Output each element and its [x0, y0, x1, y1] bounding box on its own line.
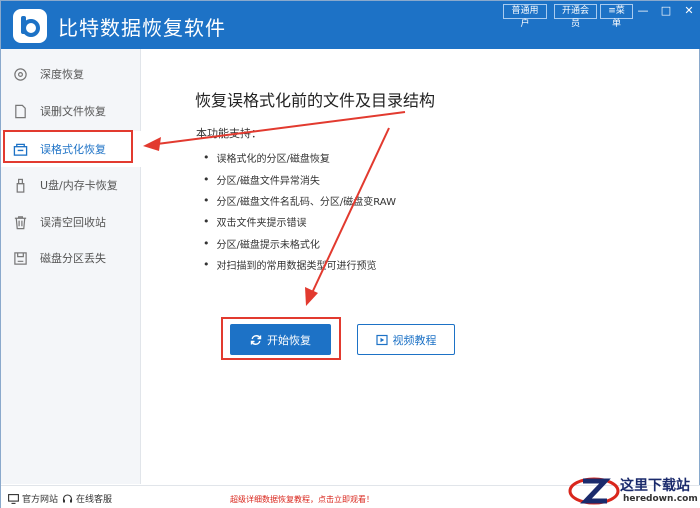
feature-list: 误格式化的分区/磁盘恢复 分区/磁盘文件异常消失 分区/磁盘文件名乱码、分区/磁…	[203, 147, 396, 275]
list-item: 分区/磁盘提示未格式化	[203, 233, 396, 254]
user-type-button[interactable]: 普通用户	[503, 4, 547, 29]
file-icon	[15, 104, 26, 118]
video-tutorial-button[interactable]: 视频教程	[357, 324, 455, 355]
list-item: 双击文件夹提示错误	[203, 211, 396, 232]
list-item: 分区/磁盘文件异常消失	[203, 168, 396, 189]
start-recovery-button[interactable]: 开始恢复	[230, 324, 331, 355]
monitor-icon	[8, 493, 19, 504]
list-item: 误格式化的分区/磁盘恢复	[203, 147, 396, 168]
sidebar-item-recycle-bin[interactable]: 误清空回收站	[1, 204, 141, 240]
menu-icon: ≡	[608, 6, 616, 16]
headset-icon	[62, 493, 73, 502]
tutorial-promo-link[interactable]: 超级详细数据恢复教程，点击立即观看！	[230, 494, 374, 505]
maximize-button[interactable]: □	[657, 3, 675, 19]
start-recovery-label: 开始恢复	[267, 333, 311, 347]
watermark-text: 这里下载站	[620, 478, 690, 494]
minimize-button[interactable]: —	[634, 3, 652, 19]
watermark-url: heredown.com	[623, 494, 698, 504]
list-item: 对扫描到的常用数据类型可进行预览	[203, 254, 396, 275]
refresh-icon	[250, 334, 262, 345]
app-window: 比特数据恢复软件 普通用户 开通会员 ≡菜单 — □ ✕ 深度恢复 误删文件恢复…	[0, 0, 700, 508]
disk-icon	[14, 251, 27, 265]
highlight-box-sidebar	[3, 130, 133, 163]
vip-button[interactable]: 开通会员	[554, 4, 597, 29]
official-website-label: 官方网站	[22, 495, 59, 505]
list-item: 分区/磁盘文件名乱码、分区/磁盘变RAW	[203, 190, 396, 211]
usb-icon	[16, 178, 25, 193]
sidebar-item-label: 磁盘分区丢失	[40, 252, 106, 265]
video-tutorial-label: 视频教程	[392, 333, 437, 347]
sidebar-item-label: U盘/内存卡恢复	[40, 179, 118, 192]
sidebar-item-label: 深度恢复	[40, 68, 84, 81]
sidebar-item-label: 误清空回收站	[40, 216, 106, 229]
z-logo-icon	[568, 477, 620, 505]
page-title: 恢复误格式化前的文件及目录结构	[195, 91, 436, 110]
sidebar-item-label: 误删文件恢复	[40, 105, 106, 118]
sidebar: 深度恢复 误删文件恢复 误格式化恢复 U盘/内存卡恢复 误清空回收站 磁盘分区丢…	[1, 49, 141, 484]
sidebar-item-partition-lost[interactable]: 磁盘分区丢失	[1, 240, 141, 276]
online-support-link[interactable]: 在线客服	[62, 492, 112, 505]
title-bar: 比特数据恢复软件 普通用户 开通会员 ≡菜单 — □ ✕	[1, 1, 700, 49]
sidebar-item-deep-recovery[interactable]: 深度恢复	[1, 56, 141, 92]
play-video-icon	[375, 334, 388, 345]
deep-scan-icon	[14, 67, 27, 81]
app-logo	[13, 9, 47, 43]
sidebar-item-usb-recovery[interactable]: U盘/内存卡恢复	[1, 167, 141, 203]
menu-button[interactable]: ≡菜单	[600, 4, 633, 29]
feature-intro: 本功能支持：	[196, 127, 262, 140]
recycle-bin-icon	[14, 215, 27, 229]
sidebar-item-deleted-file[interactable]: 误删文件恢复	[1, 93, 141, 129]
official-website-link[interactable]: 官方网站	[8, 492, 58, 505]
close-button[interactable]: ✕	[680, 3, 698, 19]
app-title: 比特数据恢复软件	[58, 16, 226, 40]
online-support-label: 在线客服	[76, 495, 113, 505]
site-watermark: 这里下载站 heredown.com	[568, 471, 700, 508]
